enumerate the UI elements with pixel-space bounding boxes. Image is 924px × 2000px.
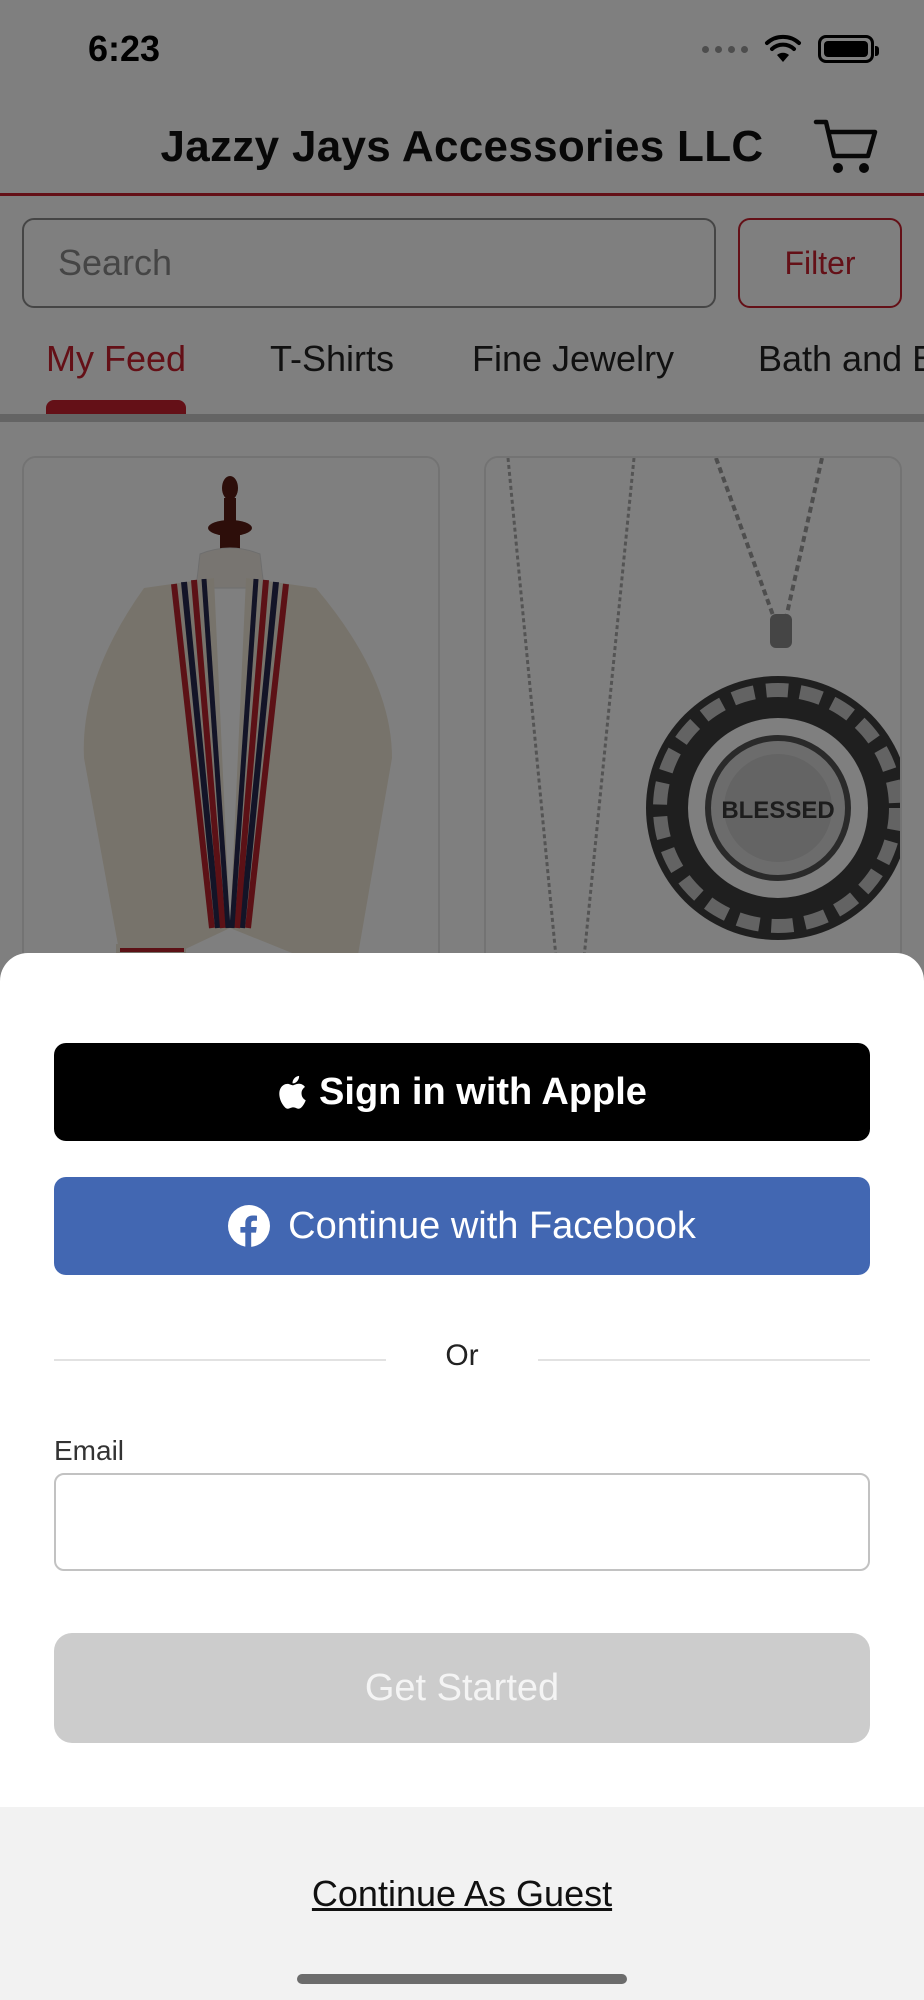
or-divider: Or bbox=[54, 1339, 870, 1379]
email-field[interactable] bbox=[54, 1473, 870, 1571]
home-indicator[interactable] bbox=[297, 1974, 627, 1984]
continue-with-facebook-button[interactable]: Continue with Facebook bbox=[54, 1177, 870, 1275]
get-started-button[interactable]: Get Started bbox=[54, 1633, 870, 1743]
apple-icon bbox=[279, 1075, 306, 1109]
continue-as-guest-link[interactable]: Continue As Guest bbox=[0, 1873, 924, 1915]
email-label: Email bbox=[54, 1435, 125, 1466]
facebook-button-label: Continue with Facebook bbox=[288, 1204, 696, 1247]
guest-footer: Continue As Guest bbox=[0, 1807, 924, 2000]
or-text: Or bbox=[445, 1339, 479, 1372]
divider-line-right bbox=[538, 1359, 870, 1361]
sign-in-sheet: Sign in with Apple Continue with Faceboo… bbox=[0, 953, 924, 2000]
sign-in-with-apple-button[interactable]: Sign in with Apple bbox=[54, 1043, 870, 1141]
apple-button-label: Sign in with Apple bbox=[319, 1070, 647, 1113]
facebook-icon bbox=[228, 1205, 271, 1247]
